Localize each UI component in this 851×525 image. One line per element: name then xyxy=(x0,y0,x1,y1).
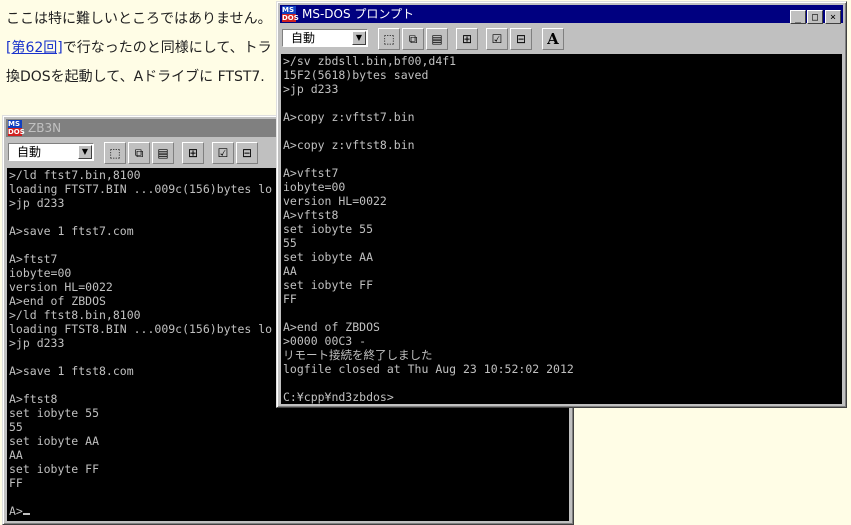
page-text-line-1: ここは特に難しいところではありません。 xyxy=(6,11,272,27)
console-line: 55 xyxy=(9,420,23,434)
msdos-icon: MS DOS xyxy=(8,120,25,136)
properties-icon[interactable]: ☑ xyxy=(486,28,508,50)
article-link[interactable]: [第62回] xyxy=(6,40,63,56)
console-line: set iobyte FF xyxy=(9,462,100,476)
font-icon[interactable]: A xyxy=(542,28,564,50)
background-icon[interactable]: ⊟ xyxy=(236,142,258,164)
console-line: 15F2(5618)bytes saved xyxy=(283,68,429,82)
text-cursor xyxy=(22,513,30,515)
zb3n-font-size-select[interactable]: 自動 ▼ xyxy=(8,143,94,161)
page-text-line-2: [第62回]で行なったのと同様にして、トラ xyxy=(6,37,272,57)
console-line: FF xyxy=(9,476,23,490)
console-line: >jp d233 xyxy=(283,82,339,96)
console-line: FF xyxy=(283,292,297,306)
zb3n-select-value: 自動 xyxy=(17,145,42,159)
msdos-window[interactable]: MS DOS MS-DOS プロンプト _ □ × 自動 ▼ ⬚ ⧉ ▤ ⊞ ☑ ⊟ A… xyxy=(276,1,847,408)
console-line: set iobyte AA xyxy=(9,434,100,448)
mark-icon[interactable]: ⬚ xyxy=(378,28,400,50)
console-line: iobyte=00 xyxy=(283,180,346,194)
msdos-icon: MS DOS xyxy=(282,6,299,22)
console-line: A>copy z:vftst7.bin xyxy=(283,110,415,124)
console-line: AA xyxy=(9,448,23,462)
page-text-line-3: 換DOSを起動して、Aドライブに FTST7. xyxy=(6,69,265,85)
console-line: A> xyxy=(7,504,569,518)
paste-icon[interactable]: ▤ xyxy=(426,28,448,50)
chevron-down-icon[interactable]: ▼ xyxy=(352,31,366,45)
background-icon[interactable]: ⊟ xyxy=(510,28,532,50)
page-text-line-2-rest: で行なったのと同様にして、トラ xyxy=(62,40,272,56)
console-line: リモート接続を終了しました xyxy=(283,348,433,362)
console-line: >/sv zbdsll.bin,bf00,d4f1 xyxy=(283,54,457,68)
msdos-titlebar[interactable]: MS DOS MS-DOS プロンプト _ □ × xyxy=(280,5,843,24)
msdos-title: MS-DOS プロンプト xyxy=(302,7,415,21)
window-buttons: _ □ × xyxy=(789,7,841,24)
console-line: >0000 00C3 - xyxy=(283,334,367,348)
console-line: AA xyxy=(283,264,297,278)
console-line: version HL=0022 xyxy=(283,194,387,208)
msdos-console[interactable]: >/sv zbdsll.bin,bf00,d4f1 15F2(5618)bytes… xyxy=(281,54,842,404)
console-line: set iobyte 55 xyxy=(283,222,374,236)
maximize-icon[interactable]: □ xyxy=(807,10,823,24)
properties-icon[interactable]: ☑ xyxy=(212,142,234,164)
close-icon[interactable]: × xyxy=(825,10,841,24)
console-line: A>end of ZBDOS xyxy=(283,320,380,334)
minimize-icon[interactable]: _ xyxy=(790,10,806,24)
msdos-font-size-select[interactable]: 自動 ▼ xyxy=(282,29,368,47)
console-line: set iobyte AA xyxy=(283,250,374,264)
fullscreen-icon[interactable]: ⊞ xyxy=(456,28,478,50)
console-line: A>vftst7 xyxy=(283,166,339,180)
console-line: set iobyte FF xyxy=(283,278,374,292)
console-line: set iobyte 55 xyxy=(9,406,100,420)
mark-icon[interactable]: ⬚ xyxy=(104,142,126,164)
zb3n-title: ZB3N xyxy=(28,121,62,135)
copy-icon[interactable]: ⧉ xyxy=(402,28,424,50)
paste-icon[interactable]: ▤ xyxy=(152,142,174,164)
copy-icon[interactable]: ⧉ xyxy=(128,142,150,164)
console-line: C:¥cpp¥nd3zbdos> xyxy=(283,390,394,404)
msdos-select-value: 自動 xyxy=(291,31,316,45)
msdos-toolbar: 自動 ▼ ⬚ ⧉ ▤ ⊞ ☑ ⊟ A xyxy=(280,26,843,52)
console-line: A>copy z:vftst8.bin xyxy=(283,138,415,152)
chevron-down-icon[interactable]: ▼ xyxy=(78,145,92,159)
console-line: A>vftst8 xyxy=(283,208,339,222)
console-line: 55 xyxy=(283,236,297,250)
fullscreen-icon[interactable]: ⊞ xyxy=(182,142,204,164)
console-line: logfile closed at Thu Aug 23 10:52:02 20… xyxy=(283,362,574,376)
